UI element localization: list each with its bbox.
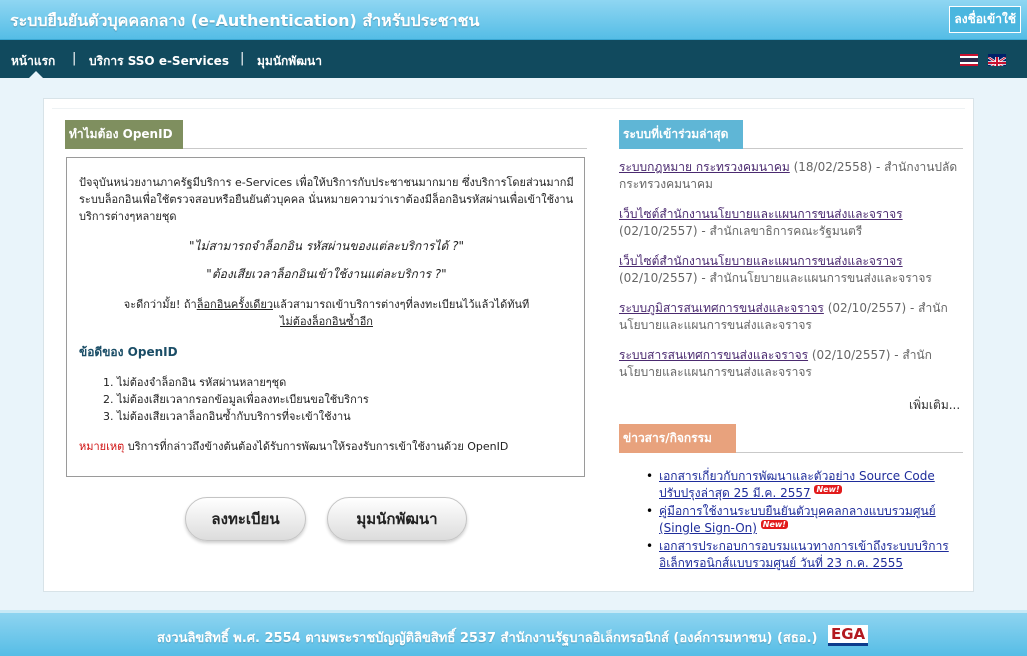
list-item: เว็บไซต์สำนักงานนโยบายและแผนการขนส่งและจ… [619,206,964,253]
quote-login-time: "ต้องเสียเวลาล็อกอินเข้าใช้งานแต่ละบริกา… [206,267,447,281]
advantage-item: 3. ไม่ต้องเสียเวลาล็อกอินซ้ำกับบริการที่… [103,410,351,423]
recent-system-detail: (02/10/2557) - สำนักนโยบายและแผนการขนส่ง… [619,271,932,285]
recent-system-link[interactable]: ระบบกฎหมาย กระทรวงคมนาคม [619,160,790,174]
news-link[interactable]: เอกสารเกี่ยวกับการพัฒนาและตัวอย่าง Sourc… [659,469,935,500]
better-prefix: จะดีกว่ามั้ย! ถ้า [123,298,197,311]
note-label: หมายเหตุ [79,440,125,453]
why-openid-heading: ทำไมต้อง OpenID [65,120,183,149]
news-link[interactable]: เอกสารประกอบการอบรมแนวทางการเข้าถึงระบบบ… [659,539,949,570]
nav-separator: | [240,51,245,66]
recent-systems-list: ระบบกฎหมาย กระทรวงคมนาคม (18/02/2558) - … [619,159,964,394]
bullet-icon: • [646,469,654,483]
bullet-icon: • [646,539,654,553]
heading-underline [183,148,587,149]
footer: สงวนลิขสิทธิ์ พ.ศ. 2554 ตามพระราชบัญญัติ… [0,610,1027,656]
single-login-link[interactable]: ล็อกอินครั้งเดียว [197,298,273,311]
heading-underline [736,452,963,453]
main-nav: หน้าแรก | บริการ SSO e-Services | มุมนัก… [0,40,1027,78]
list-item: • คู่มือการใช้งานระบบยืนยันตัวบุคคลกลางแ… [646,503,966,537]
better-middle: แล้วสามารถเข้าบริการต่างๆที่ลงทะเบียนไว้… [273,298,530,311]
list-item: • เอกสารประกอบการอบรมแนวทางการเข้าถึงระบ… [646,538,966,572]
advantage-item: 2. ไม่ต้องเสียเวลากรอกข้อมูลเพื่อลงทะเบี… [103,393,369,406]
recent-system-link[interactable]: ระบบภูมิสารสนเทศการขนส่งและจราจร [619,301,824,315]
advantage-item: 1. ไม่ต้องจำล็อกอิน รหัสผ่านหลายๆชุด [103,376,287,389]
nav-sso-services[interactable]: บริการ SSO e-Services [89,52,229,71]
note-body: บริการที่กล่าวถึงข้างต้นต้องได้รับการพัฒ… [124,440,509,453]
login-button[interactable]: ลงชื่อเข้าใช้ [949,6,1021,33]
no-relogin-link[interactable]: ไม่ต้องล็อกอินซ้ำอีก [280,315,373,328]
ega-logo: EGA [828,625,869,646]
news-heading: ข่าวสาร/กิจกรรม [619,424,736,453]
news-list: • เอกสารเกี่ยวกับการพัฒนาและตัวอย่าง Sou… [646,468,966,573]
advantages-title: ข้อดีของ OpenID [79,345,178,359]
new-badge: New! [760,520,788,529]
list-item: เว็บไซต์สำนักงานนโยบายและแผนการขนส่งและจ… [619,253,964,300]
news-link[interactable]: คู่มือการใช้งานระบบยืนยันตัวบุคคลกลางแบบ… [659,504,936,535]
why-openid-box: ปัจจุบันหน่วยงานภาครัฐมีบริการ e-Service… [66,157,585,477]
heading-underline [743,148,963,149]
copyright-text: สงวนลิขสิทธิ์ พ.ศ. 2554 ตามพระราชบัญญัติ… [157,631,818,646]
new-badge: New! [814,485,842,494]
recent-system-link[interactable]: เว็บไซต์สำนักงานนโยบายและแผนการขนส่งและจ… [619,254,903,268]
note-text: หมายเหตุ บริการที่กล่าวถึงข้างต้นต้องได้… [79,438,574,455]
bullet-icon: • [646,504,654,518]
nav-separator: | [72,51,77,66]
more-link[interactable]: เพิ่มเติม... [909,396,960,415]
recent-system-detail: (02/10/2557) - สำนักเลขาธิการคณะรัฐมนตรี [619,224,863,238]
site-title: ระบบยืนยันตัวบุคคลกลาง (e-Authentication… [10,11,480,30]
better-text: จะดีกว่ามั้ย! ถ้าล็อกอินครั้งเดียวแล้วสา… [79,296,574,330]
recent-system-link[interactable]: เว็บไซต์สำนักงานนโยบายและแผนการขนส่งและจ… [619,207,903,221]
recent-systems-heading: ระบบที่เข้าร่วมล่าสุด [619,120,743,149]
advantages-list: 1. ไม่ต้องจำล็อกอิน รหัสผ่านหลายๆชุด 2. … [103,374,563,425]
uk-flag-icon[interactable] [988,54,1006,66]
list-item: ระบบกฎหมาย กระทรวงคมนาคม (18/02/2558) - … [619,159,964,206]
quote-forget-password: "ไม่สามารถจำล็อกอิน รหัสผ่านของแต่ละบริก… [189,239,464,253]
intro-text: ปัจจุบันหน่วยงานภาครัฐมีบริการ e-Service… [79,176,574,223]
nav-home[interactable]: หน้าแรก [11,52,55,71]
developer-corner-button[interactable]: มุมนักพัฒนา [327,497,467,541]
list-item: • เอกสารเกี่ยวกับการพัฒนาและตัวอย่าง Sou… [646,468,966,502]
register-button[interactable]: ลงทะเบียน [185,497,306,541]
list-item: ระบบภูมิสารสนเทศการขนส่งและจราจร (02/10/… [619,300,964,347]
thai-flag-icon[interactable] [960,54,978,66]
nav-developer[interactable]: มุมนักพัฒนา [257,52,322,71]
active-nav-caret [29,71,43,78]
recent-system-link[interactable]: ระบบสารสนเทศการขนส่งและจราจร [619,348,808,362]
header-bar: ระบบยืนยันตัวบุคคลกลาง (e-Authentication… [0,0,1027,40]
list-item: ระบบสารสนเทศการขนส่งและจราจร (02/10/2557… [619,347,964,394]
